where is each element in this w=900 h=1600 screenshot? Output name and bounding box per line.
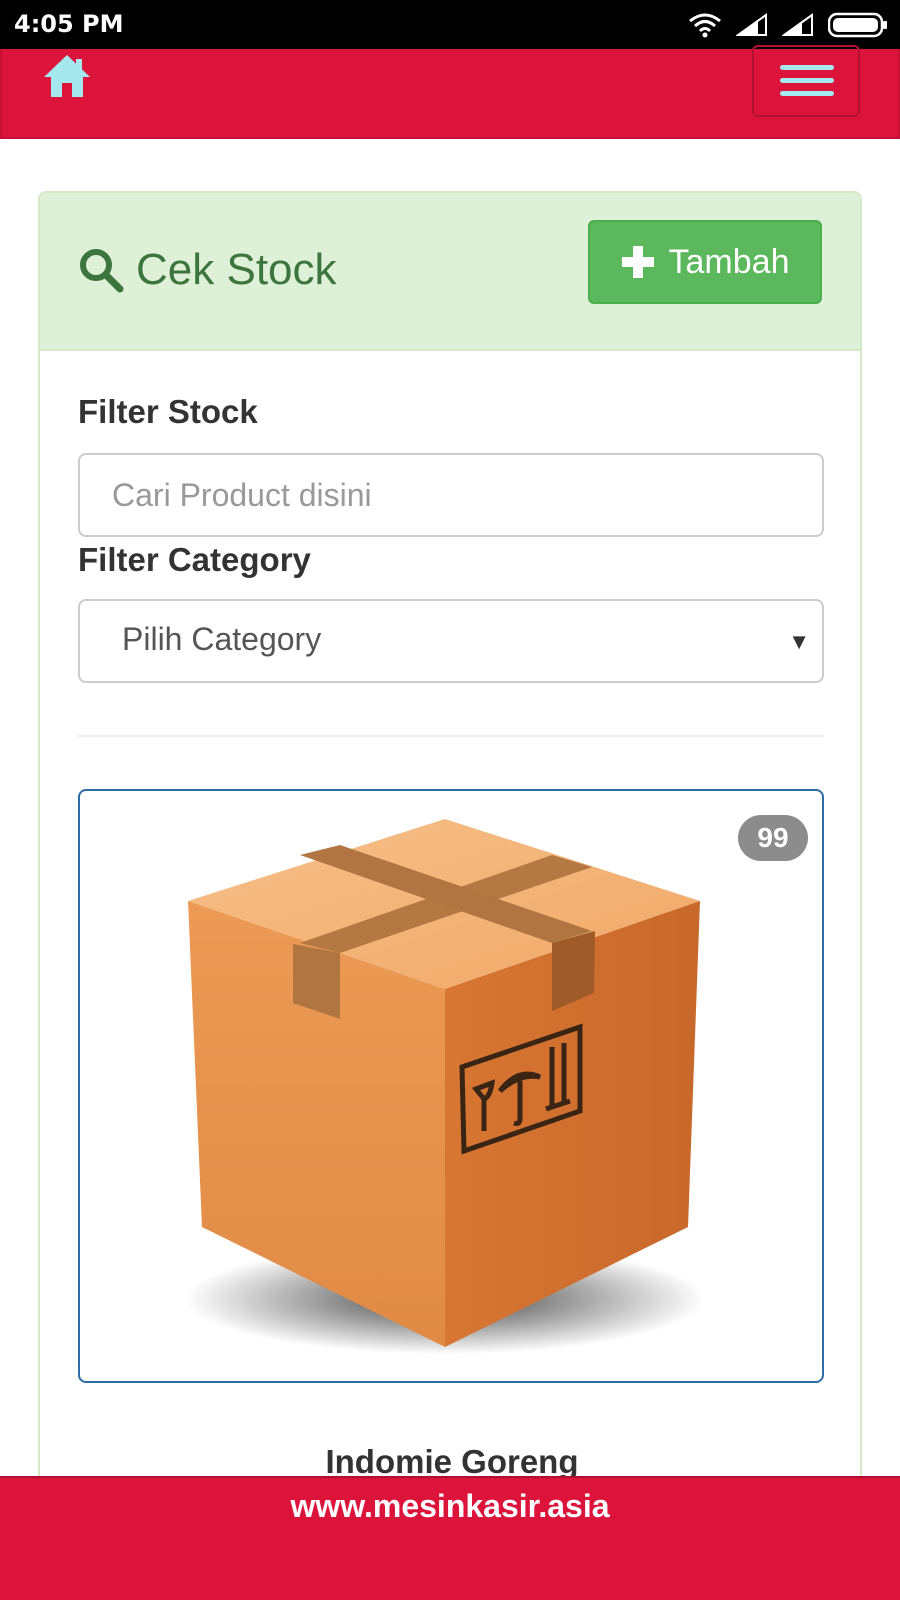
status-icons [688, 10, 888, 40]
panel-title: Cek Stock [78, 245, 337, 295]
search-icon [80, 249, 124, 293]
add-stock-label: Tambah [668, 242, 790, 281]
hamburger-menu-icon-bar [780, 91, 834, 96]
stock-count-badge: 99 [738, 815, 808, 861]
panel-title-text: Cek Stock [136, 245, 337, 294]
signal-icon [736, 13, 767, 36]
product-card[interactable]: 99 [78, 789, 824, 1383]
chevron-down-icon: ▼ [788, 629, 810, 654]
footer-bar: www.mesinkasir.asia [0, 1476, 900, 1600]
battery-icon [828, 12, 887, 38]
panel-header: Cek Stock Tambah [40, 193, 860, 351]
search-product-input[interactable] [78, 453, 824, 537]
signal-icon-2 [782, 13, 813, 36]
plus-icon [621, 246, 654, 278]
status-bar: 4:05 PM [0, 0, 900, 49]
filter-stock-label: Filter Stock [78, 393, 258, 430]
hamburger-menu-icon [780, 65, 834, 70]
status-time: 4:05 PM [14, 10, 124, 38]
filter-category-label: Filter Category [78, 541, 311, 578]
home-icon [44, 55, 90, 97]
footer-website-link[interactable]: www.mesinkasir.asia [0, 1488, 900, 1525]
wifi-icon [689, 13, 721, 38]
hamburger-menu-icon-bar [780, 78, 834, 83]
divider [78, 735, 824, 737]
cardboard-box-icon [185, 819, 705, 1354]
add-stock-button[interactable]: Tambah [588, 220, 822, 304]
category-select[interactable]: Pilih Category ▼ [78, 599, 824, 683]
top-navbar [0, 45, 900, 139]
cek-stock-panel: Cek Stock Tambah Filter Stock Filter Cat… [38, 191, 862, 1600]
home-button[interactable] [40, 49, 94, 103]
category-selected-value: Pilih Category [122, 621, 322, 657]
menu-toggle-button[interactable] [752, 45, 860, 117]
